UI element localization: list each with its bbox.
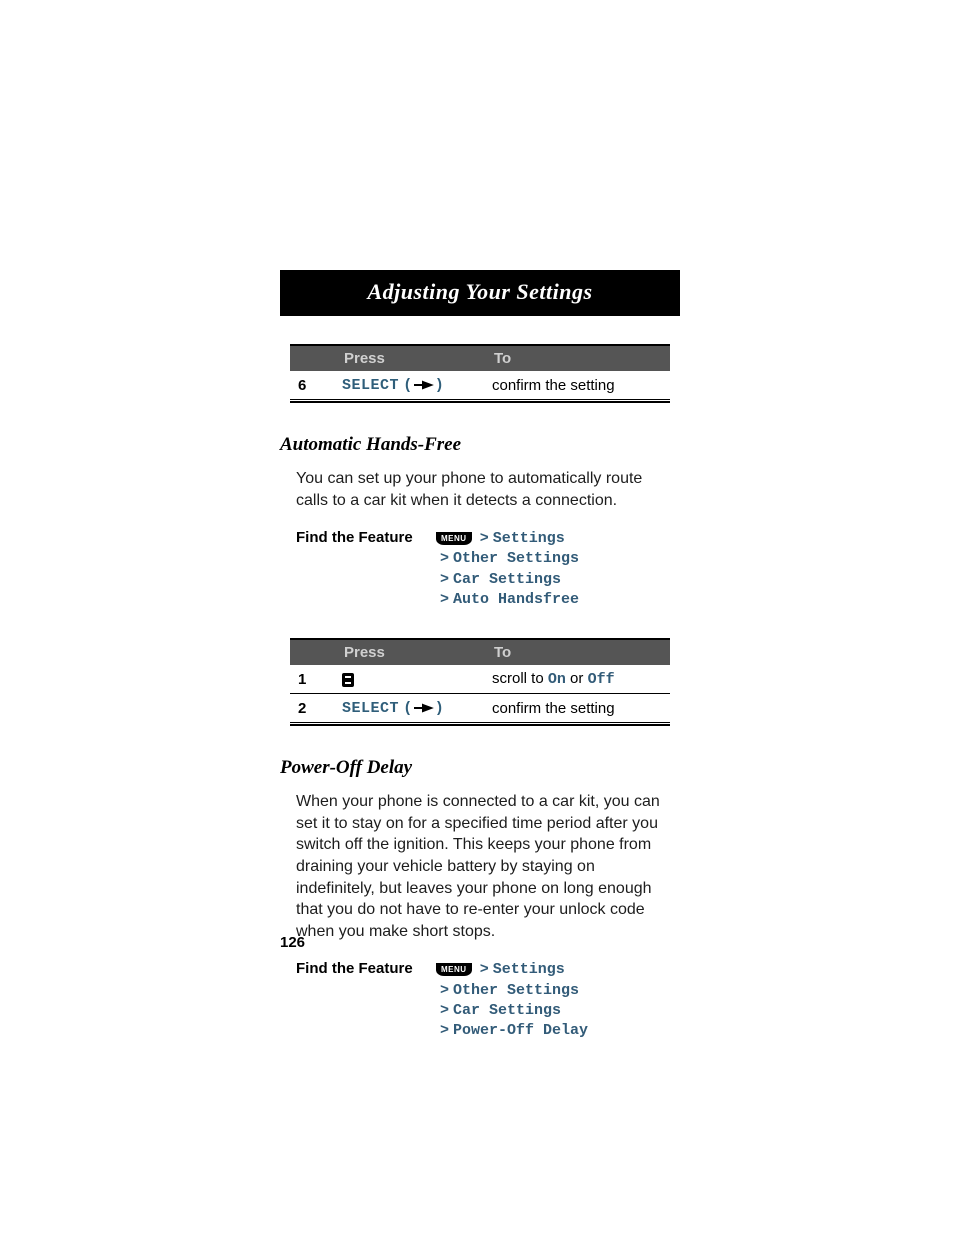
- steps-table-2: Press To 1 scroll to On or Off 2 SELECT …: [290, 638, 670, 725]
- table-row: 6 SELECT () confirm the setting: [290, 371, 670, 401]
- soft-key-paren: (: [403, 700, 413, 717]
- menu-key-icon: MENU: [436, 963, 472, 976]
- soft-key-paren: ): [435, 700, 445, 717]
- menu-path-item: Power-Off Delay: [453, 1022, 588, 1039]
- page-title: Adjusting Your Settings: [280, 270, 680, 316]
- table-header-to: To: [484, 639, 670, 665]
- table-header-to: To: [484, 345, 670, 371]
- table-header-press: Press: [334, 345, 484, 371]
- scroll-key-icon: [342, 673, 354, 687]
- find-feature-label: Find the Feature: [296, 960, 436, 1041]
- page-number: 126: [280, 934, 305, 951]
- step-number: 2: [290, 694, 334, 724]
- soft-key-paren: (: [403, 377, 413, 394]
- find-feature-row: Find the Feature MENU >Settings >Other S…: [296, 960, 680, 1041]
- find-feature-row: Find the Feature MENU >Settings >Other S…: [296, 529, 680, 610]
- heading-power-off-delay: Power-Off Delay: [280, 757, 680, 779]
- menu-path-item: Auto Handsfree: [453, 591, 579, 608]
- menu-path-item: Car Settings: [453, 571, 561, 588]
- heading-automatic-hands-free: Automatic Hands-Free: [280, 434, 680, 456]
- table-row: 1 scroll to On or Off: [290, 665, 670, 694]
- send-arrow-icon: [413, 703, 435, 713]
- step-number: 1: [290, 665, 334, 694]
- soft-key-paren: ): [435, 377, 445, 394]
- send-arrow-icon: [413, 380, 435, 390]
- menu-path-item: Settings: [493, 961, 565, 978]
- table-row: 2 SELECT () confirm the setting: [290, 694, 670, 724]
- step-action: confirm the setting: [484, 371, 670, 401]
- steps-table-1: Press To 6 SELECT () confirm the setting: [290, 344, 670, 402]
- step-action: confirm the setting: [484, 694, 670, 724]
- select-key-label: SELECT: [342, 700, 399, 717]
- find-feature-label: Find the Feature: [296, 529, 436, 610]
- body-paragraph: When your phone is connected to a car ki…: [296, 791, 664, 942]
- body-paragraph: You can set up your phone to automatical…: [296, 468, 664, 511]
- table-header-press: Press: [334, 639, 484, 665]
- menu-key-icon: MENU: [436, 532, 472, 545]
- menu-path-item: Other Settings: [453, 550, 579, 567]
- menu-path-item: Other Settings: [453, 982, 579, 999]
- menu-path-item: Settings: [493, 530, 565, 547]
- menu-path-item: Car Settings: [453, 1002, 561, 1019]
- step-number: 6: [290, 371, 334, 401]
- select-key-label: SELECT: [342, 377, 399, 394]
- step-action: scroll to On or Off: [484, 665, 670, 694]
